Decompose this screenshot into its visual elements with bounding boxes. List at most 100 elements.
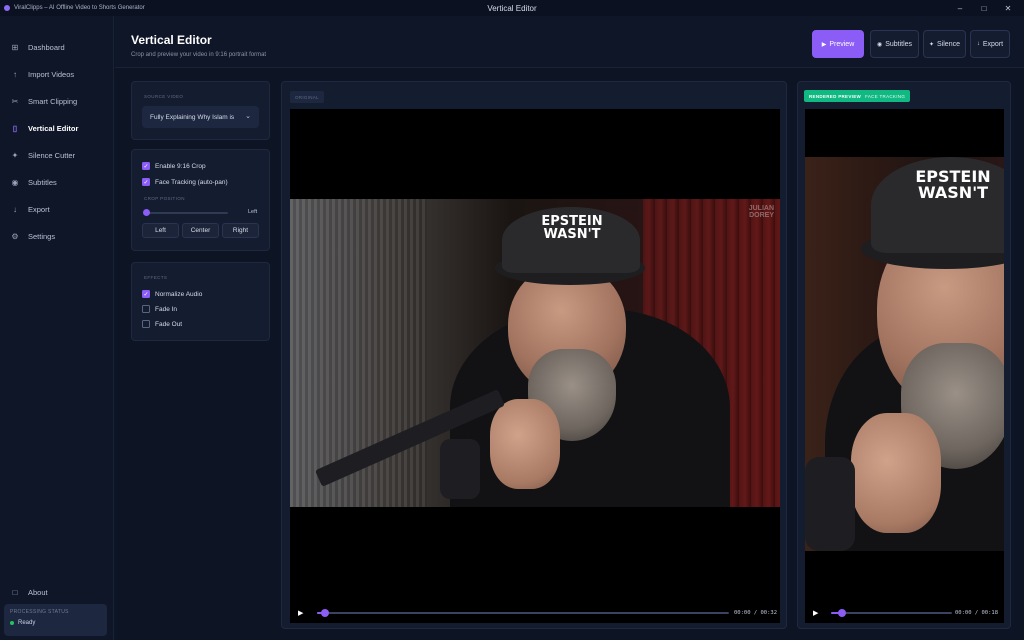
rendered-preview-tag: Rendered Preview Face Tracking: [804, 90, 911, 102]
preview-button-label: Preview: [829, 40, 855, 48]
status-value-row: Ready: [10, 620, 101, 626]
source-video-panel: Source Video Fully Explaining Why Islam …: [131, 81, 270, 140]
crop-position-value: Left: [248, 209, 258, 215]
checkbox-checked-icon: ✓: [142, 162, 150, 170]
slider-handle[interactable]: [143, 209, 150, 216]
page-title: Vertical Editor: [131, 33, 212, 47]
close-icon[interactable]: ✕: [996, 4, 1020, 13]
crop-position-slider[interactable]: [143, 209, 228, 216]
checkbox-unchecked-icon: [142, 320, 150, 328]
upload-icon: ↑: [13, 70, 17, 79]
sidebar-item-import-videos[interactable]: ↑ Import Videos: [0, 61, 113, 88]
export-button[interactable]: ↓ Export: [970, 30, 1010, 58]
status-value: Ready: [18, 620, 36, 626]
sidebar-item-about[interactable]: □ About: [0, 579, 114, 606]
sidebar: ⊞ Dashboard ↑ Import Videos ✂ Smart Clip…: [0, 16, 114, 640]
download-icon: ↓: [13, 205, 17, 214]
sidebar-item-label: Export: [28, 205, 50, 214]
silence-button[interactable]: ✦ Silence: [923, 30, 966, 58]
sidebar-item-settings[interactable]: ⚙ Settings: [0, 223, 113, 250]
phone-icon: ▯: [12, 124, 18, 133]
original-preview-panel: Original JULIAN DOREY EPSTEIN WASN'T ▶: [281, 81, 787, 629]
original-tag: Original: [290, 91, 324, 103]
original-progress-track[interactable]: [317, 609, 729, 617]
cap-text-line-2: WASN'T: [543, 227, 601, 242]
window-title: Vertical Editor: [487, 3, 537, 13]
face-tracking-tag-label: Face Tracking: [865, 93, 906, 99]
rendered-video-player[interactable]: EPSTEIN WASN'T ▶ 00:00 / 00:18: [805, 109, 1004, 623]
status-dot-icon: [10, 621, 14, 625]
progress-handle[interactable]: [837, 609, 846, 617]
fade-in-checkbox[interactable]: Fade In: [142, 305, 177, 313]
sidebar-item-label: Vertical Editor: [28, 124, 79, 133]
enable-crop-label: Enable 9:16 Crop: [155, 162, 206, 170]
chevron-down-icon: ⌄: [245, 113, 251, 120]
grid-icon: ⊞: [11, 43, 19, 52]
fade-in-label: Fade In: [155, 305, 178, 313]
sidebar-item-label: Smart Clipping: [28, 97, 78, 106]
crop-right-button[interactable]: Right: [222, 223, 259, 238]
crop-left-button[interactable]: Left: [142, 223, 179, 238]
sidebar-nav: ⊞ Dashboard ↑ Import Videos ✂ Smart Clip…: [0, 34, 113, 250]
rendered-preview-tag-label: Rendered Preview: [809, 93, 862, 99]
title-bar: ViralClipps – AI Offline Video to Shorts…: [0, 0, 1024, 16]
sparkle-icon: ✦: [929, 41, 935, 48]
checkbox-unchecked-icon: [142, 305, 150, 313]
sidebar-item-smart-clipping[interactable]: ✂ Smart Clipping: [0, 88, 113, 115]
crop-settings-panel: ✓ Enable 9:16 Crop ✓ Face Tracking (auto…: [131, 149, 270, 251]
play-icon: ▶: [821, 41, 827, 48]
watermark-line-2: DOREY: [749, 212, 774, 219]
microphone: [805, 457, 855, 551]
page-subtitle: Crop and preview your video in 9:16 port…: [131, 52, 267, 58]
source-video-label: Source Video: [144, 94, 184, 99]
video-watermark: JULIAN DOREY: [749, 205, 774, 219]
maximize-icon[interactable]: □: [972, 4, 996, 13]
original-time: 00:00 / 00:32: [734, 610, 778, 616]
status-panel: Processing Status Ready: [4, 604, 107, 636]
caption-icon: ◉: [876, 41, 883, 48]
gear-icon: ⚙: [11, 232, 19, 241]
preview-button[interactable]: ▶ Preview: [812, 30, 864, 58]
sidebar-item-label: Import Videos: [28, 70, 75, 79]
sidebar-item-subtitles[interactable]: ◉ Subtitles: [0, 169, 113, 196]
sidebar-item-label: About: [28, 588, 48, 597]
source-video-selected: Fully Explaining Why Islam is: [150, 113, 235, 121]
effects-label: Effects: [144, 275, 168, 280]
scissors-icon: ✂: [11, 97, 19, 106]
crop-center-button[interactable]: Center: [182, 223, 219, 238]
fade-out-checkbox[interactable]: Fade Out: [142, 320, 182, 328]
source-video-select[interactable]: Fully Explaining Why Islam is ⌄: [142, 106, 259, 128]
cap-text: EPSTEIN WASN'T: [893, 169, 1004, 201]
original-video-player[interactable]: JULIAN DOREY EPSTEIN WASN'T ▶ 00:00 / 00…: [290, 109, 780, 623]
rendered-preview-panel: Rendered Preview Face Tracking EPSTEIN W…: [797, 81, 1011, 629]
enable-crop-checkbox[interactable]: ✓ Enable 9:16 Crop: [142, 162, 206, 170]
silence-button-label: Silence: [937, 40, 960, 48]
play-icon[interactable]: ▶: [298, 609, 303, 617]
normalize-audio-label: Normalize Audio: [155, 290, 203, 298]
cap-text: EPSTEIN WASN'T: [522, 215, 622, 241]
checkbox-checked-icon: ✓: [142, 290, 150, 298]
microphone: [440, 439, 480, 499]
app-logo-icon: [4, 5, 10, 11]
rendered-progress-track[interactable]: [831, 609, 952, 617]
sidebar-item-vertical-editor[interactable]: ▯ Vertical Editor: [0, 115, 113, 142]
minimize-icon[interactable]: –: [948, 4, 972, 13]
play-icon[interactable]: ▶: [813, 609, 818, 617]
original-video-frame: JULIAN DOREY EPSTEIN WASN'T: [290, 199, 780, 507]
sidebar-item-label: Settings: [28, 232, 56, 241]
progress-handle[interactable]: [321, 609, 330, 617]
subtitles-button[interactable]: ◉ Subtitles: [870, 30, 919, 58]
normalize-audio-checkbox[interactable]: ✓ Normalize Audio: [142, 290, 202, 298]
status-label: Processing Status: [10, 609, 69, 615]
rendered-player-controls: ▶ 00:00 / 00:18: [805, 603, 1004, 623]
page-header: Vertical Editor Crop and preview your vi…: [115, 16, 1024, 68]
sidebar-item-dashboard[interactable]: ⊞ Dashboard: [0, 34, 113, 61]
crop-position-label: Crop Position: [144, 196, 185, 201]
person-hand: [851, 413, 941, 533]
face-tracking-checkbox[interactable]: ✓ Face Tracking (auto-pan): [142, 178, 228, 186]
sidebar-item-silence-cutter[interactable]: ✦ Silence Cutter: [0, 142, 113, 169]
sidebar-item-label: Subtitles: [28, 178, 57, 187]
checkbox-checked-icon: ✓: [142, 178, 150, 186]
subtitles-button-label: Subtitles: [885, 40, 913, 48]
sidebar-item-export[interactable]: ↓ Export: [0, 196, 113, 223]
